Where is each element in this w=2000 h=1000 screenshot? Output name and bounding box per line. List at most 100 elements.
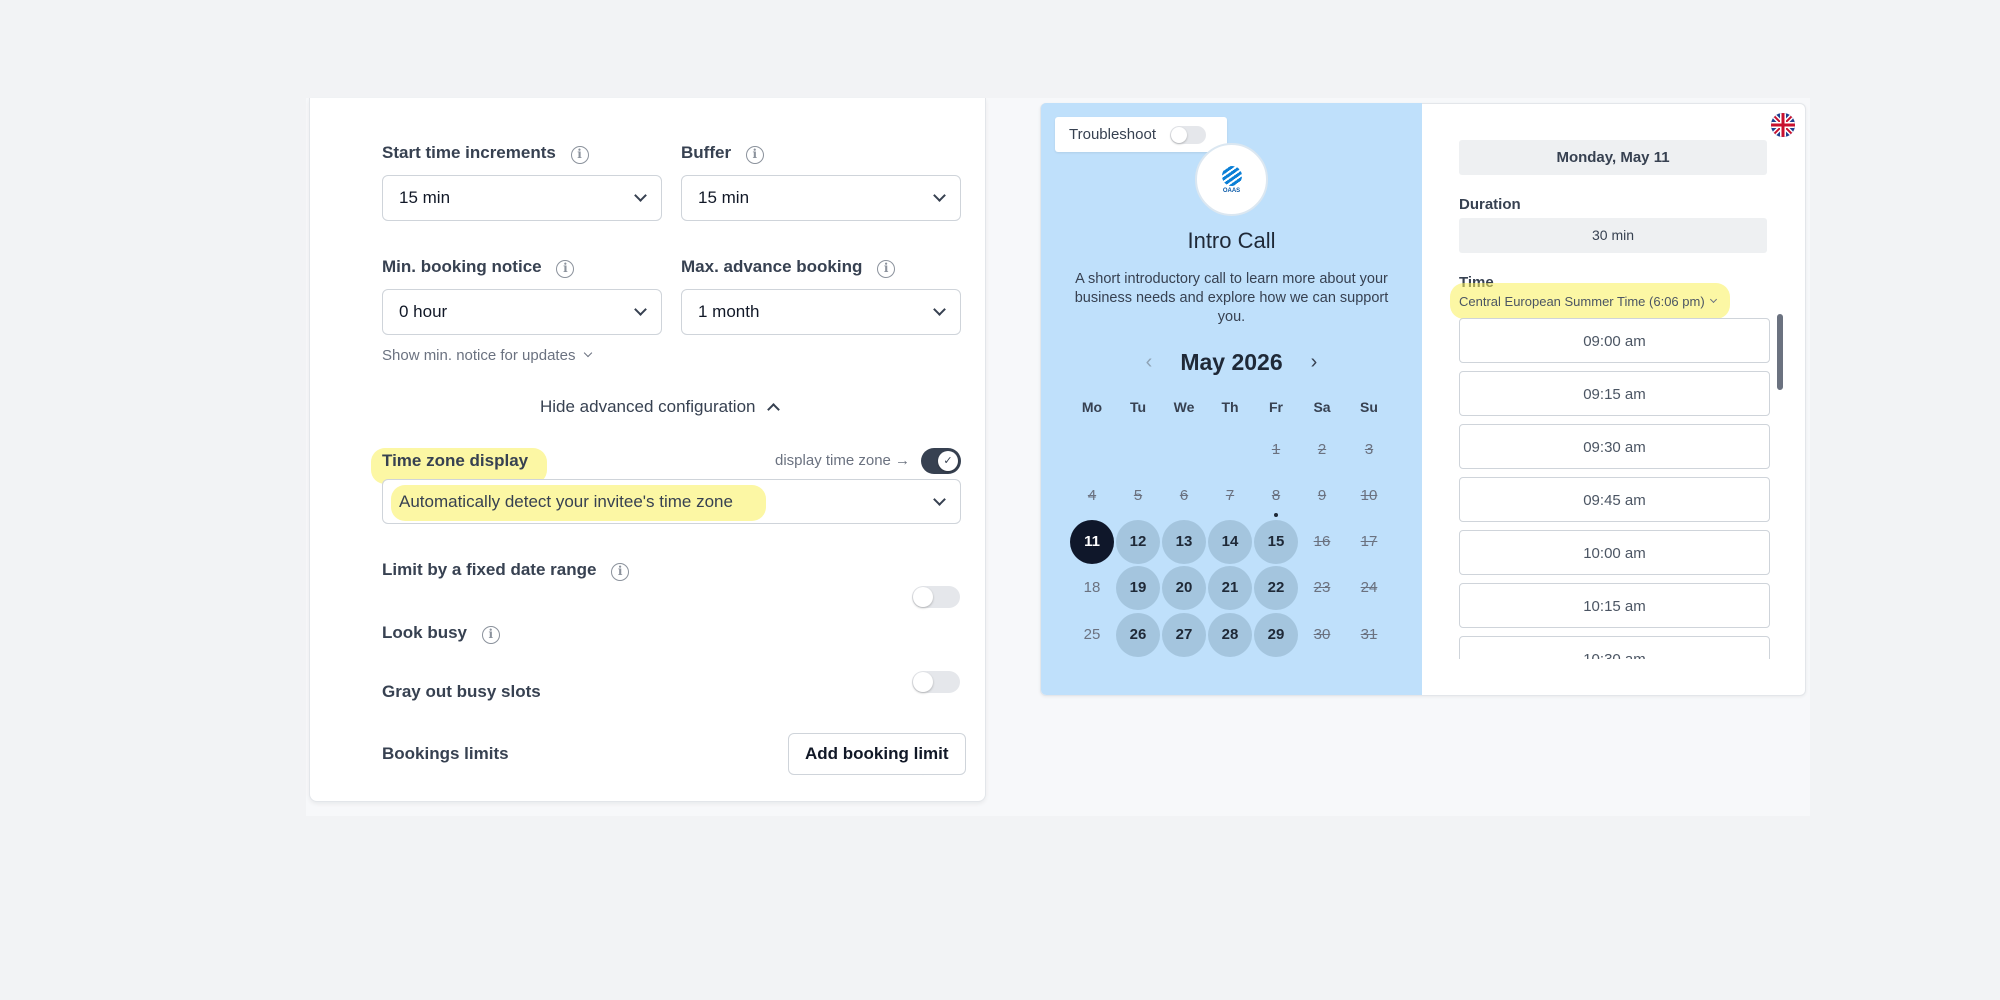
- chevron-down-icon: [1709, 295, 1717, 303]
- display-time-zone-toggle[interactable]: ✓: [921, 448, 961, 474]
- slots-scrollbar[interactable]: [1777, 314, 1783, 390]
- bookings-limits-label: Bookings limits: [382, 744, 509, 763]
- chevron-up-icon: [767, 403, 781, 416]
- calendar-day[interactable]: 22: [1254, 566, 1298, 610]
- troubleshoot-toggle[interactable]: [1170, 125, 1206, 144]
- logo-text: OAAS: [1222, 187, 1241, 194]
- info-icon[interactable]: i: [745, 146, 764, 164]
- max-advance-booking-label: Max. advance booking i: [681, 257, 896, 278]
- check-icon: ✓: [938, 451, 958, 471]
- calendar-day: 10: [1360, 487, 1378, 504]
- calendar-day: 25: [1083, 626, 1101, 643]
- time-slot-button[interactable]: 10:15 am: [1459, 583, 1770, 628]
- calendar-day: 16: [1313, 533, 1331, 550]
- calendar-day: 18: [1083, 579, 1101, 596]
- min-booking-notice-select[interactable]: 0 hour: [382, 289, 662, 335]
- calendar-day: 9: [1317, 487, 1327, 504]
- look-busy-label: Look busy i: [382, 623, 500, 644]
- chevron-down-icon: [634, 303, 647, 316]
- select-value: 15 min: [698, 188, 750, 207]
- duration-label: Duration: [1459, 196, 1521, 213]
- select-value: 0 hour: [399, 302, 448, 321]
- hide-advanced-configuration-button[interactable]: Hide advanced configuration: [540, 397, 781, 417]
- uk-flag-icon[interactable]: [1771, 113, 1795, 137]
- limit-fixed-date-range-label: Limit by a fixed date range i: [382, 560, 630, 581]
- calendar-day[interactable]: 26: [1116, 613, 1160, 657]
- time-slots-list: 09:00 am 09:15 am 09:30 am 09:45 am 10:00 am…: [1450, 314, 1784, 659]
- company-logo: OAAS: [1195, 143, 1268, 216]
- calendar-day[interactable]: 29: [1254, 613, 1298, 657]
- max-advance-booking-select[interactable]: 1 month: [681, 289, 961, 335]
- calendar-day[interactable]: 27: [1162, 613, 1206, 657]
- duration-value: 30 min: [1459, 218, 1767, 253]
- calendar-day: 17: [1360, 533, 1378, 550]
- calendar-day[interactable]: 11: [1070, 520, 1114, 564]
- time-zone-display-select[interactable]: Automatically detect your invitee's time…: [382, 479, 961, 524]
- calendar-day: 23: [1313, 579, 1331, 596]
- limit-fixed-date-range-toggle[interactable]: [912, 586, 960, 608]
- time-slot-button[interactable]: 09:45 am: [1459, 477, 1770, 522]
- logo-mark-icon: [1221, 165, 1242, 186]
- start-time-increments-select[interactable]: 15 min: [382, 175, 662, 221]
- min-booking-notice-label: Min. booking notice i: [382, 257, 575, 278]
- calendar-day[interactable]: 19: [1116, 566, 1160, 610]
- calendar-day: 7: [1225, 487, 1235, 504]
- chevron-down-icon: [933, 492, 946, 506]
- weekday-header: Su: [1360, 399, 1378, 415]
- chevron-left-icon[interactable]: ‹: [1146, 351, 1153, 374]
- info-icon[interactable]: i: [556, 260, 575, 278]
- weekday-header: Sa: [1313, 399, 1331, 415]
- add-booking-limit-button[interactable]: Add booking limit: [788, 733, 966, 775]
- show-min-notice-link[interactable]: Show min. notice for updates: [382, 347, 593, 364]
- calendar-day: 4: [1087, 487, 1097, 504]
- info-icon[interactable]: i: [877, 260, 896, 278]
- calendar-day[interactable]: 12: [1116, 520, 1160, 564]
- time-slot-button[interactable]: 10:30 am: [1459, 636, 1770, 659]
- info-icon[interactable]: i: [481, 626, 500, 644]
- time-slot-button[interactable]: 09:15 am: [1459, 371, 1770, 416]
- info-icon[interactable]: i: [611, 563, 630, 581]
- weekday-header: Th: [1221, 399, 1239, 415]
- timezone-selector[interactable]: Central European Summer Time (6:06 pm): [1459, 294, 1717, 309]
- look-busy-toggle[interactable]: [912, 671, 960, 693]
- time-slot-button[interactable]: 10:00 am: [1459, 530, 1770, 575]
- selected-date-display: Monday, May 11: [1459, 140, 1767, 175]
- time-zone-display-label: Time zone display: [382, 451, 529, 470]
- calendar-day[interactable]: 15: [1254, 520, 1298, 564]
- calendar-day: 3: [1364, 441, 1374, 458]
- calendar-day: 6: [1179, 487, 1189, 504]
- calendar-day[interactable]: 21: [1208, 566, 1252, 610]
- calendar-day[interactable]: 14: [1208, 520, 1252, 564]
- chevron-right-icon[interactable]: ›: [1311, 351, 1318, 374]
- today-dot: [1274, 513, 1278, 517]
- chevron-down-icon: [933, 303, 946, 316]
- calendar-day: 31: [1360, 626, 1378, 643]
- calendar-day: 8: [1271, 487, 1281, 504]
- calendar-day: 30: [1313, 626, 1331, 643]
- select-value: 1 month: [698, 302, 760, 321]
- calendar-day[interactable]: 20: [1162, 566, 1206, 610]
- event-description: A short introductory call to learn more …: [1074, 271, 1389, 325]
- start-time-increments-label: Start time increments i: [382, 143, 589, 164]
- chevron-down-icon: [933, 189, 946, 202]
- weekday-header: Mo: [1081, 399, 1103, 415]
- calendar-day: 2: [1317, 441, 1327, 458]
- buffer-select[interactable]: 15 min: [681, 175, 961, 221]
- event-title: Intro Call: [1187, 228, 1276, 253]
- weekday-header: Fr: [1269, 399, 1283, 415]
- calendar-day[interactable]: 13: [1162, 520, 1206, 564]
- buffer-label: Buffer i: [681, 143, 764, 164]
- chevron-down-icon: [584, 348, 593, 358]
- month-navigation: ‹ May 2026 ›: [1041, 349, 1422, 376]
- weekday-header: We: [1173, 399, 1195, 415]
- calendar-day: 24: [1360, 579, 1378, 596]
- month-label: May 2026: [1180, 349, 1283, 375]
- time-slot-button[interactable]: 09:30 am: [1459, 424, 1770, 469]
- gray-out-busy-slots-label: Gray out busy slots: [382, 682, 541, 701]
- chevron-down-icon: [634, 189, 647, 202]
- troubleshoot-control[interactable]: Troubleshoot: [1055, 117, 1227, 152]
- info-icon[interactable]: i: [570, 146, 589, 164]
- time-slot-button[interactable]: 09:00 am: [1459, 318, 1770, 363]
- calendar-day[interactable]: 28: [1208, 613, 1252, 657]
- select-value: Automatically detect your invitee's time…: [391, 484, 766, 521]
